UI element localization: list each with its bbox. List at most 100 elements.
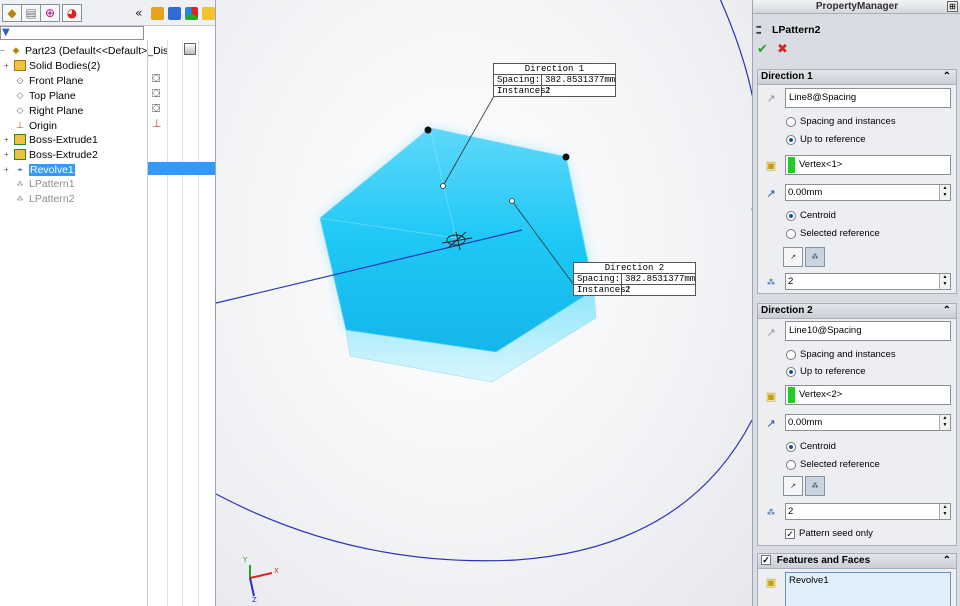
offset-distance-icon[interactable]: ↗ (762, 414, 780, 432)
triad-x-label: X (274, 567, 279, 575)
callout-spacing-label: Spacing: (574, 274, 622, 284)
cancel-x-icon[interactable]: ✖ (777, 42, 788, 57)
vertex-2[interactable] (562, 153, 570, 161)
direction-arrow-icon[interactable]: ↗ (762, 323, 780, 341)
checkmark-icon[interactable]: ✓ (761, 555, 771, 566)
direction-arrow-icon[interactable]: ↗ (762, 89, 780, 107)
callout-instances-label: Instances: (574, 285, 631, 295)
dir2-centroid-radio[interactable]: Centroid (786, 441, 836, 452)
tree-item-front-plane[interactable]: ◇ Front Plane (4, 73, 84, 88)
dir1-distance-option-button[interactable]: ↗ (783, 247, 803, 267)
features-and-faces-group: ✓ Features and Faces ⌃ ▣ Revolve1 (757, 553, 957, 606)
display-manager-tab[interactable]: ◕ (62, 4, 82, 22)
property-manager-tab[interactable]: ▤ (21, 4, 41, 22)
dir2-up-to-reference-field[interactable]: Vertex<2> (785, 385, 951, 405)
tree-item-top-plane[interactable]: ◇ Top Plane (4, 88, 76, 103)
display-icon: ◕ (66, 6, 78, 20)
tree-item-label: Origin (29, 119, 58, 132)
direction-2-reference-field[interactable]: Line10@Spacing (785, 321, 951, 341)
tree-item-boss-extrude1[interactable]: + Boss-Extrude1 (4, 132, 98, 147)
dir2-selected-reference-radio[interactable]: Selected reference (786, 459, 880, 470)
dir1-upto-radio[interactable]: Up to reference (786, 134, 865, 145)
view-orientation-icon[interactable] (151, 7, 164, 20)
scene-icon[interactable] (202, 7, 215, 20)
callout-spacing-value[interactable]: 382.8531377mm (542, 75, 618, 85)
origin-visibility-icon[interactable]: ⊥ (152, 117, 162, 130)
part-icon: ◆ (12, 45, 20, 55)
tree-item-boss-extrude2[interactable]: + Boss-Extrude2 (4, 147, 98, 162)
group-title: Direction 2 (761, 305, 813, 316)
expand-icon[interactable]: + (4, 61, 12, 70)
radio-label: Selected reference (800, 228, 880, 239)
dir1-selected-reference-radio[interactable]: Selected reference (786, 228, 880, 239)
appearance-icon[interactable] (185, 7, 198, 20)
plane-visibility-icon[interactable]: ⛋ (152, 102, 160, 116)
chevron-left-icon[interactable]: « (135, 6, 142, 20)
filter-input[interactable]: ▼ (0, 26, 144, 40)
direction-1-header[interactable]: Direction 1 ⌃ (758, 70, 956, 85)
collapse-chevron-icon[interactable]: ⌃ (943, 70, 951, 84)
pin-icon[interactable]: ⊞ (947, 1, 958, 12)
callout-spacing-value[interactable]: 382.8531377mm (622, 274, 698, 284)
dir1-spacing-radio[interactable]: Spacing and instances (786, 116, 896, 127)
dir1-instances-input[interactable]: 2 ▲ ▼ (785, 273, 951, 290)
features-to-pattern-icon: ▣ (765, 575, 777, 589)
expand-icon[interactable]: + (4, 165, 12, 174)
dir2-distance-option-button[interactable]: ↗ (783, 476, 803, 496)
reference-geometry-icon: ▣ (765, 158, 777, 172)
expand-icon[interactable]: + (4, 135, 12, 144)
tree-item-revolve1[interactable]: + ◓ Revolve1 (4, 162, 75, 177)
pm-feature-title: ▪▪▪ ▪▪▪ LPattern2 (753, 22, 960, 38)
tree-item-right-plane[interactable]: ◇ Right Plane (4, 103, 84, 118)
tree-item-lpattern1[interactable]: ⁂ LPattern1 (4, 176, 75, 191)
spin-arrows-icon[interactable]: ▲ ▼ (939, 185, 950, 200)
dir2-offset-distance-input[interactable]: 0.00mm ▲ ▼ (785, 414, 951, 431)
graphics-area[interactable]: Direction 1 Spacing: 382.8531377mm Instan… (216, 0, 752, 606)
expand-icon[interactable]: + (4, 150, 12, 159)
instance-count-icon: ⁂ (767, 507, 775, 517)
feature-manager-tab[interactable]: ◆ (2, 4, 22, 22)
direction-1-reference-field[interactable]: Line8@Spacing (785, 88, 951, 108)
collapse-chevron-icon[interactable]: ⌃ (943, 304, 951, 318)
vertex-1[interactable] (424, 126, 432, 134)
features-and-faces-header[interactable]: ✓ Features and Faces ⌃ (758, 554, 956, 569)
dir1-offset-distance-input[interactable]: 0.00mm ▲ ▼ (785, 184, 951, 201)
expand-icon[interactable]: − (0, 46, 8, 55)
model-viewport[interactable] (216, 0, 752, 606)
callout-instances-value[interactable]: 2 (622, 285, 633, 295)
callout-instances-value[interactable]: 2 (542, 86, 553, 96)
dir1-centroid-radio[interactable]: Centroid (786, 210, 836, 221)
plane-visibility-icon[interactable]: ⛋ (152, 87, 160, 101)
plane-icon: ◇ (16, 90, 24, 100)
tree-item-lpattern2[interactable]: ⁂ LPattern2 (4, 191, 75, 206)
dir2-instances-input[interactable]: 2 ▲ ▼ (785, 503, 951, 520)
display-style-icon[interactable] (168, 7, 181, 20)
tree-item-solid-bodies[interactable]: + Solid Bodies(2) (4, 58, 100, 73)
configuration-manager-tab[interactable]: ⊕ (40, 4, 60, 22)
dir1-up-to-reference-field[interactable]: Vertex<1> (785, 155, 951, 175)
dir2-upto-radio[interactable]: Up to reference (786, 366, 865, 377)
pattern-seed-only-checkbox[interactable]: ✓ Pattern seed only (785, 528, 873, 539)
plane-visibility-icon[interactable]: ⛋ (152, 72, 160, 86)
collapse-chevron-icon[interactable]: ⌃ (943, 554, 951, 568)
list-item[interactable]: Revolve1 (789, 575, 947, 586)
triad-z-label: Z (252, 596, 257, 604)
display-state-icon[interactable] (184, 43, 196, 55)
direction-1-group: Direction 1 ⌃ ↗ Line8@Spacing Spacing an… (757, 69, 957, 294)
spin-arrows-icon[interactable]: ▲ ▼ (939, 415, 950, 430)
tree-root-part[interactable]: − ◆ Part23 (Default<<Default>_Dis (0, 43, 168, 58)
pattern-icon: ⁂ (16, 195, 24, 203)
tree-column-divider (182, 40, 183, 606)
spin-arrows-icon[interactable]: ▲ ▼ (939, 274, 950, 289)
spin-arrows-icon[interactable]: ▲ ▼ (939, 504, 950, 519)
dir1-instances-option-button[interactable]: ⁂ (805, 247, 825, 267)
dir2-instances-option-button[interactable]: ⁂ (805, 476, 825, 496)
direction-2-header[interactable]: Direction 2 ⌃ (758, 304, 956, 319)
offset-distance-icon[interactable]: ↗ (762, 184, 780, 202)
dir2-spacing-radio[interactable]: Spacing and instances (786, 349, 896, 360)
features-to-pattern-list[interactable]: Revolve1 (785, 572, 951, 606)
tree-item-origin[interactable]: ⊥ Origin (4, 118, 57, 133)
callout-instances-label: Instances: (494, 86, 551, 96)
ok-check-icon[interactable]: ✔ (757, 42, 768, 57)
triad-y-label: Y (243, 556, 248, 564)
